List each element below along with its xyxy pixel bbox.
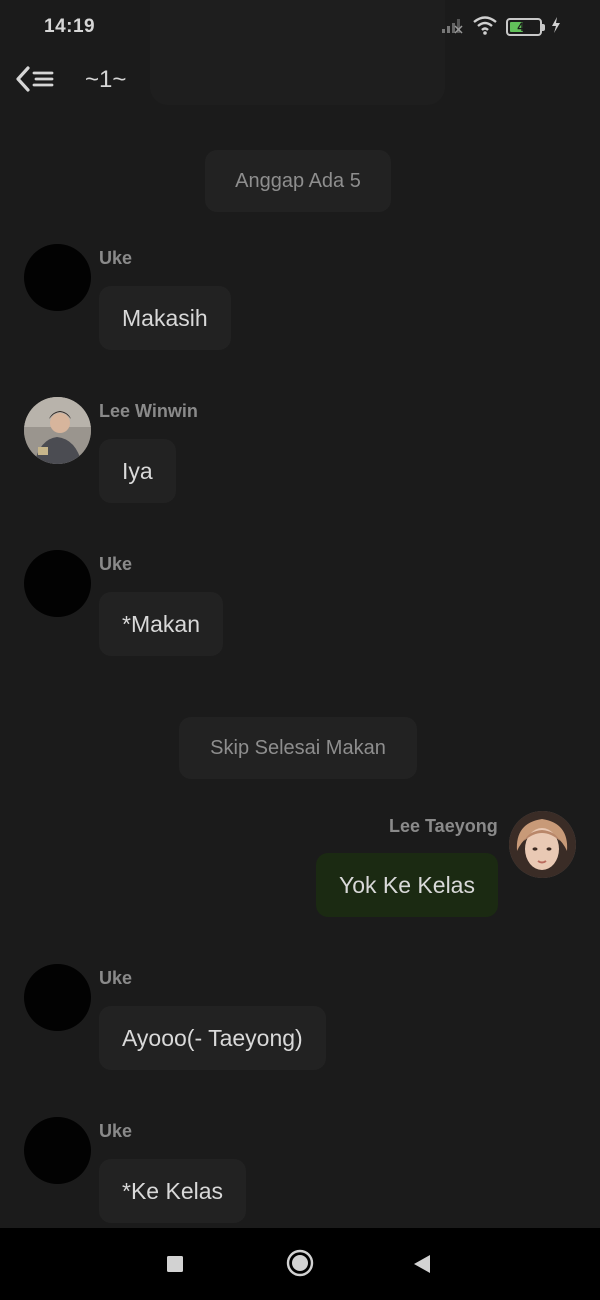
- sender-name: Lee Taeyong: [389, 816, 498, 836]
- message-text: Yok Ke Kelas: [339, 871, 475, 898]
- narration-bubble: Skip Selesai Makan: [179, 717, 417, 779]
- winwin-avatar-photo: [24, 397, 91, 464]
- charging-icon: [550, 16, 562, 39]
- status-bar: 14:19 45: [0, 0, 600, 56]
- message-bubble[interactable]: Iya: [99, 439, 176, 503]
- message-bubble[interactable]: *Ke Kelas: [99, 1159, 247, 1223]
- avatar[interactable]: [24, 550, 91, 617]
- sender-name: Uke: [99, 968, 133, 988]
- recent-apps-icon[interactable]: [166, 1255, 184, 1278]
- chat-header: ~1~: [0, 56, 600, 104]
- sender-name: Lee Winwin: [99, 401, 198, 421]
- message-text: *Makan: [122, 610, 200, 637]
- signal-icon: [440, 16, 464, 39]
- battery-tip: [542, 24, 545, 31]
- narration-text: Skip Selesai Makan: [210, 736, 386, 759]
- avatar[interactable]: [24, 1117, 91, 1184]
- message-bubble[interactable]: *Makan: [99, 592, 223, 656]
- avatar[interactable]: [509, 811, 576, 878]
- status-time: 14:19: [44, 16, 96, 37]
- message-text: Ayooo(- Taeyong): [122, 1024, 303, 1051]
- message-bubble-outgoing[interactable]: Yok Ke Kelas: [316, 853, 498, 917]
- battery-level: 45: [517, 20, 531, 34]
- back-menu-button[interactable]: [12, 62, 58, 96]
- chat-title: ~1~: [85, 66, 127, 93]
- battery-icon: 45: [506, 18, 545, 36]
- sender-name: Uke: [99, 248, 133, 268]
- system-navigation-bar: [0, 1228, 600, 1300]
- sender-name: Uke: [99, 1121, 133, 1141]
- avatar[interactable]: [24, 244, 91, 311]
- message-text: Makasih: [122, 304, 208, 331]
- wifi-icon: [472, 15, 498, 40]
- status-icons: 45: [440, 15, 562, 40]
- taeyong-avatar-photo: [509, 811, 576, 878]
- sender-name: Uke: [99, 554, 133, 574]
- narration-bubble: Anggap Ada 5: [205, 150, 391, 212]
- message-bubble[interactable]: Ayooo(- Taeyong): [99, 1006, 326, 1070]
- back-menu-icon: [16, 66, 54, 92]
- message-text: Iya: [122, 457, 153, 484]
- avatar[interactable]: [24, 397, 91, 464]
- avatar[interactable]: [24, 964, 91, 1031]
- home-icon[interactable]: [286, 1249, 314, 1282]
- message-bubble[interactable]: Makasih: [99, 286, 231, 350]
- back-icon[interactable]: [413, 1254, 431, 1279]
- narration-text: Anggap Ada 5: [235, 169, 361, 192]
- message-text: *Ke Kelas: [122, 1177, 224, 1204]
